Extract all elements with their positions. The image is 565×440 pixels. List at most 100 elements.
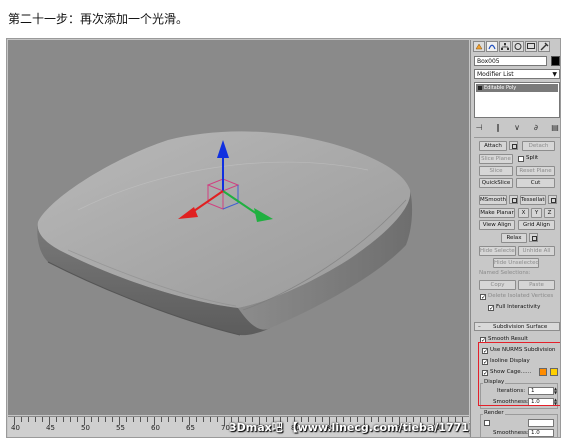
render-smoothness-label: Smoothness: [493,430,529,436]
ruler-tick-label: 40 [11,424,20,432]
divider [474,137,560,138]
split-label: Split [526,155,539,161]
command-panel-tabs [473,41,559,53]
render-group-title: Render [483,410,505,416]
configure-modifier-sets-icon[interactable]: ▤ [550,123,560,133]
ruler-minor-tick [91,417,92,422]
highlight-box [478,342,560,406]
create-tab-icon[interactable] [473,41,485,52]
tessellate-settings-icon[interactable] [548,195,557,204]
ruler-minor-tick [42,417,43,422]
ruler-tick-label: 55 [116,424,125,432]
ruler-tick-label: 65 [186,424,195,432]
ruler-tick-label: 45 [46,424,55,432]
tessellate-button[interactable]: Tessellate [520,195,546,205]
show-end-result-icon[interactable]: ∥ [493,123,503,133]
stack-item-editable-poly[interactable]: Editable Poly [476,84,558,92]
step-caption: 第二十一步：再次添加一个光滑。 [8,12,189,26]
attach-settings-icon[interactable] [509,141,518,150]
object-color-swatch[interactable] [551,56,560,66]
watermark-text: 3Dmax吧 【www.linecg.com/tieba/1771】 [229,421,480,434]
hierarchy-tab-icon[interactable] [499,41,511,52]
viewport-scene [37,131,413,336]
modifier-list-dropdown[interactable]: Modifier List ▼ [474,69,560,79]
perspective-viewport[interactable] [8,40,469,415]
make-planar-button[interactable]: Make Planar [479,208,515,218]
slice-plane-button[interactable]: Slice Plane [479,154,513,164]
ruler-tick-label: 50 [81,424,90,432]
full-interactivity-checkbox[interactable]: ✓ [488,305,494,312]
collapse-icon: – [478,324,481,330]
modifier-stack[interactable]: Editable Poly [474,82,560,118]
unhide-all-button[interactable]: Unhide All [518,246,555,256]
ruler-minor-tick [147,417,148,422]
hide-selected-button[interactable]: Hide Selected [479,246,516,256]
max-window: 40 45 50 55 60 65 70 75 80 85 90 95 100 3Dmax吧 【www.… [6,38,561,438]
copy-button[interactable]: Copy [479,280,516,290]
make-unique-icon[interactable]: ∨ [512,123,522,133]
render-smoothness-spinner[interactable]: 1.0 [528,429,554,437]
ruler-minor-tick [70,417,71,422]
full-interactivity-label: Full Interactivity [496,304,541,310]
relax-settings-icon[interactable] [529,233,538,242]
ruler-minor-tick [140,417,141,422]
modifier-list-label: Modifier List [477,71,514,78]
stack-tools: ⊣ ∥ ∨ ∂ ▤ [474,122,560,134]
paste-button[interactable]: Paste [518,280,555,290]
ruler-minor-tick [35,417,36,422]
split-checkbox[interactable] [518,156,524,162]
utilities-tab-icon[interactable] [538,41,550,52]
ruler-minor-tick [56,417,57,422]
display-tab-icon[interactable] [525,41,537,52]
msmooth-settings-icon[interactable] [509,195,518,204]
z-button[interactable]: Z [544,208,555,218]
delete-isolated-label: Delete Isolated Vertices [488,293,554,299]
reset-plane-button[interactable]: Reset Plane [516,166,555,176]
ruler-minor-tick [126,417,127,422]
slice-button[interactable]: Slice [479,166,513,176]
view-align-button[interactable]: View Align [479,220,515,230]
object-name-field[interactable]: Box005 [474,56,547,66]
stack-item-label: Editable Poly [484,85,517,91]
ruler-tick-label: 60 [151,424,160,432]
smoothed-box-mesh[interactable] [37,131,413,336]
render-iterations-checkbox[interactable] [484,420,490,426]
delete-isolated-checkbox[interactable]: ✓ [480,294,486,301]
modify-tab-icon[interactable] [486,41,498,52]
ruler-minor-tick [98,417,99,422]
ruler-minor-tick [182,417,183,422]
ruler-minor-tick [133,417,134,422]
expand-icon[interactable] [478,85,482,90]
msmooth-button[interactable]: MSmooth [479,195,507,205]
named-selections-label: Named Selections: [479,270,531,276]
detach-button[interactable]: Detach [522,141,555,151]
ruler-minor-tick [203,417,204,422]
ruler-minor-tick [21,417,22,422]
ruler-minor-tick [161,417,162,422]
ruler-minor-tick [168,417,169,422]
ruler-minor-tick [77,417,78,422]
ruler-minor-tick [217,417,218,422]
grid-align-button[interactable]: Grid Align [518,220,555,230]
relax-button[interactable]: Relax [501,233,527,243]
ruler-minor-tick [210,417,211,422]
ruler-minor-tick [63,417,64,422]
render-iterations-spinner[interactable] [528,419,554,427]
motion-tab-icon[interactable] [512,41,524,52]
command-panel: Box005 Modifier List ▼ Editable Poly ⊣ ∥… [470,40,560,437]
ruler-minor-tick [105,417,106,422]
chevron-down-icon: ▼ [552,71,557,78]
ruler-minor-tick [112,417,113,422]
cut-button[interactable]: Cut [516,178,555,188]
attach-button[interactable]: Attach [479,141,507,151]
hide-unselected-button[interactable]: Hide Unselected [493,258,539,268]
ruler-minor-tick [196,417,197,422]
remove-modifier-icon[interactable]: ∂ [531,123,541,133]
x-button[interactable]: X [518,208,529,218]
y-button[interactable]: Y [531,208,542,218]
rollout-title: Subdivision Surface [493,324,548,330]
ruler-minor-tick [175,417,176,422]
subdivision-surface-rollout-header[interactable]: – Subdivision Surface [474,322,560,331]
pin-stack-icon[interactable]: ⊣ [474,123,484,133]
quickslice-button[interactable]: QuickSlice [479,178,513,188]
